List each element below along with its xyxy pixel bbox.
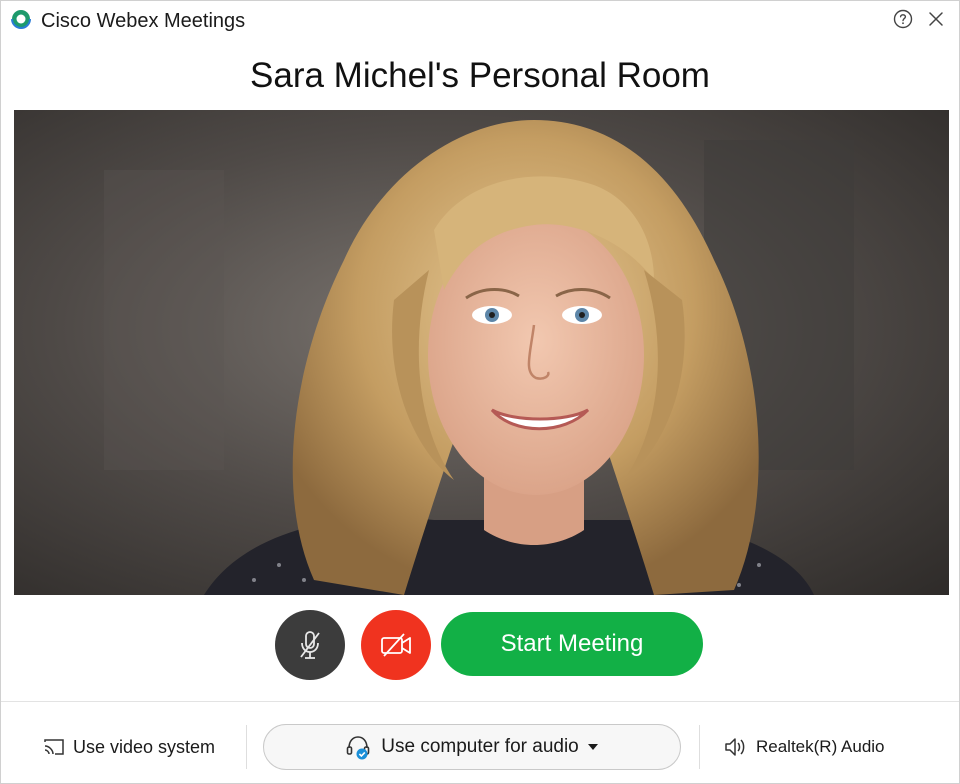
headset-check-icon [346,736,370,760]
help-circle-icon [893,9,913,29]
speaker-selector[interactable]: Realtek(R) Audio [723,723,885,771]
audio-connection-dropdown[interactable]: Use computer for audio [263,724,681,770]
video-off-icon [381,633,411,657]
use-video-system-button[interactable]: Use video system [43,723,215,771]
title-bar: Cisco Webex Meetings [1,1,959,41]
microphone-muted-icon [300,631,320,659]
stop-video-button[interactable] [361,610,431,680]
webex-window: Cisco Webex Meetings Sara Michel's Perso… [0,0,960,784]
cast-screen-icon [44,739,64,755]
caret-down-icon [587,744,598,750]
bottom-divider [1,701,959,702]
mute-button[interactable] [275,610,345,680]
webex-logo-icon [11,9,31,29]
speaker-label: Realtek(R) Audio [756,737,885,756]
speaker-icon [725,738,745,756]
room-title: Sara Michel's Personal Room [250,56,710,95]
video-preview [14,110,949,595]
audio-connection-label: Use computer for audio [381,736,579,757]
start-meeting-button[interactable]: Start Meeting [441,612,703,676]
help-button[interactable] [892,8,914,30]
app-title: Cisco Webex Meetings [41,10,246,32]
self-view-image [14,110,949,595]
use-video-system-label: Use video system [73,736,216,757]
separator [246,725,247,769]
close-button[interactable] [925,8,947,30]
separator [699,725,700,769]
close-icon [929,12,943,26]
